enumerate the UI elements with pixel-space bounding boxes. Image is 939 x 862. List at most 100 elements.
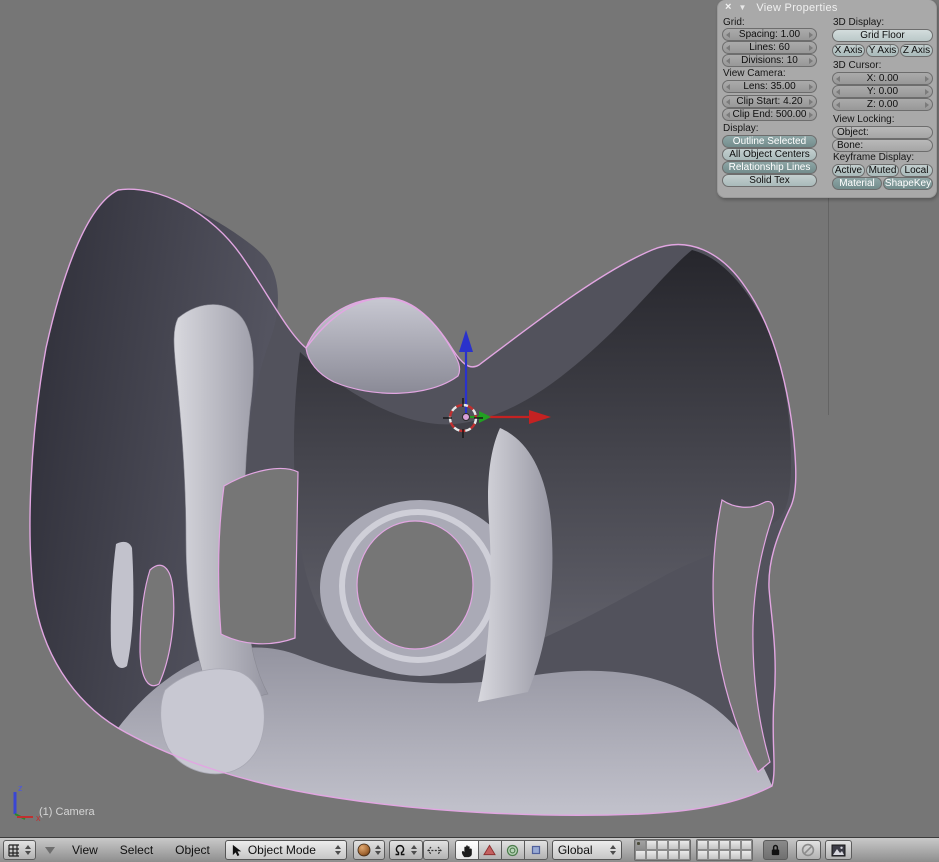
translate-manipulator-button[interactable] — [478, 840, 502, 860]
clip-end-value: Clip End: 500.00 — [723, 109, 816, 120]
panel-header[interactable]: × ▼ View Properties — [718, 0, 936, 15]
increment-arrow-icon[interactable] — [809, 32, 813, 38]
all-object-centers-toggle[interactable]: All Object Centers — [722, 148, 817, 161]
active-toggle[interactable]: Active — [832, 164, 865, 177]
collapse-icon[interactable]: ▼ — [738, 3, 746, 12]
scale-manipulator-button[interactable] — [524, 840, 548, 860]
layer-4[interactable] — [668, 840, 679, 850]
layer-17[interactable] — [708, 850, 719, 860]
decrement-arrow-icon[interactable] — [726, 112, 730, 118]
layer-15[interactable] — [679, 850, 690, 860]
centers-only-icon — [427, 844, 442, 857]
layer-2[interactable] — [646, 840, 657, 850]
header-menu-collapse-icon[interactable] — [45, 847, 55, 854]
clip-end-field[interactable]: Clip End: 500.00 — [722, 108, 817, 121]
move-centers-only-button[interactable] — [423, 840, 449, 860]
draw-type-button[interactable] — [353, 840, 385, 860]
layer-12[interactable] — [646, 850, 657, 860]
view-menu[interactable]: View — [61, 843, 109, 857]
view-locking-label: View Locking: — [833, 115, 895, 125]
pivot-point-button[interactable] — [389, 840, 423, 860]
outline-selected-toggle[interactable]: Outline Selected — [722, 135, 817, 148]
muted-toggle[interactable]: Muted — [866, 164, 899, 177]
cursor-x-field[interactable]: X: 0.00 — [832, 72, 933, 85]
grid-spacing-field[interactable]: Spacing: 1.00 — [722, 28, 817, 41]
layer-8[interactable] — [719, 840, 730, 850]
layer-9[interactable] — [730, 840, 741, 850]
layer-19[interactable] — [730, 850, 741, 860]
render-view-button[interactable] — [825, 840, 852, 860]
lock-layers-button[interactable] — [763, 840, 788, 860]
layer-14[interactable] — [668, 850, 679, 860]
shapekey-toggle[interactable]: ShapeKey — [883, 177, 933, 190]
layer-1[interactable] — [635, 840, 646, 850]
toggle-label: Solid Tex — [723, 175, 816, 186]
mesh-hole-center — [357, 521, 473, 649]
increment-arrow-icon[interactable] — [809, 99, 813, 105]
decrement-arrow-icon[interactable] — [726, 32, 730, 38]
layer-20[interactable] — [741, 850, 752, 860]
z-axis-toggle[interactable]: Z Axis — [900, 44, 933, 57]
layer-10[interactable] — [741, 840, 752, 850]
dropdown-arrows-icon — [375, 845, 381, 855]
object-lock-field[interactable]: Object: — [832, 126, 933, 139]
field-label: Object: — [837, 127, 932, 138]
layer-5[interactable] — [679, 840, 690, 850]
clip-start-value: Clip Start: 4.20 — [723, 96, 816, 107]
proportional-edit-button[interactable] — [796, 840, 821, 860]
select-menu[interactable]: Select — [109, 843, 164, 857]
z-axis-arrowhead[interactable] — [459, 330, 473, 352]
panel-title: View Properties — [756, 2, 837, 14]
3d-display-label: 3D Display: — [833, 18, 884, 28]
increment-arrow-icon[interactable] — [809, 58, 813, 64]
y-axis-toggle[interactable]: Y Axis — [866, 44, 899, 57]
decrement-arrow-icon[interactable] — [836, 89, 840, 95]
grid-divisions-field[interactable]: Divisions: 10 — [722, 54, 817, 67]
material-toggle[interactable]: Material — [832, 177, 882, 190]
dropdown-arrows-icon — [335, 845, 341, 855]
3d-view-header[interactable]: View Select Object Object Mode — [0, 837, 939, 862]
rotate-manipulator-button[interactable] — [501, 840, 525, 860]
relationship-lines-toggle[interactable]: Relationship Lines — [722, 161, 817, 174]
layer-11[interactable] — [635, 850, 646, 860]
3d-viewport[interactable]: z x (1) Camera × ▼ View Properties Grid:… — [0, 0, 939, 837]
decrement-arrow-icon[interactable] — [726, 58, 730, 64]
layer-6[interactable] — [697, 840, 708, 850]
x-axis-toggle[interactable]: X Axis — [832, 44, 865, 57]
object-menu[interactable]: Object — [164, 843, 221, 857]
layer-buttons — [634, 839, 753, 861]
view-properties-panel[interactable]: × ▼ View Properties Grid: Spacing: 1.00 … — [717, 0, 937, 198]
toggle-label: Muted — [867, 165, 898, 176]
dropdown-arrows-icon — [25, 845, 31, 855]
increment-arrow-icon[interactable] — [925, 76, 929, 82]
decrement-arrow-icon[interactable] — [836, 76, 840, 82]
manipulator-toggle-button[interactable] — [455, 840, 479, 860]
cursor-y-field[interactable]: Y: 0.00 — [832, 85, 933, 98]
grid-floor-toggle[interactable]: Grid Floor — [832, 29, 933, 42]
increment-arrow-icon[interactable] — [925, 89, 929, 95]
increment-arrow-icon[interactable] — [809, 45, 813, 51]
cursor-z-field[interactable]: Z: 0.00 — [832, 98, 933, 111]
decrement-arrow-icon[interactable] — [836, 102, 840, 108]
layer-7[interactable] — [708, 840, 719, 850]
increment-arrow-icon[interactable] — [809, 84, 813, 90]
layer-13[interactable] — [657, 850, 668, 860]
close-icon[interactable]: × — [725, 2, 731, 13]
layer-16[interactable] — [697, 850, 708, 860]
lens-field[interactable]: Lens: 35.00 — [722, 80, 817, 93]
decrement-arrow-icon[interactable] — [726, 45, 730, 51]
decrement-arrow-icon[interactable] — [726, 84, 730, 90]
bone-lock-field[interactable]: Bone: — [832, 139, 933, 152]
layer-3[interactable] — [657, 840, 668, 850]
orientation-dropdown[interactable]: Global — [552, 840, 622, 860]
solid-tex-toggle[interactable]: Solid Tex — [722, 174, 817, 187]
editor-type-button[interactable] — [3, 840, 36, 860]
increment-arrow-icon[interactable] — [925, 102, 929, 108]
mode-dropdown[interactable]: Object Mode — [225, 840, 347, 860]
increment-arrow-icon[interactable] — [809, 112, 813, 118]
layer-18[interactable] — [719, 850, 730, 860]
decrement-arrow-icon[interactable] — [726, 99, 730, 105]
clip-start-field[interactable]: Clip Start: 4.20 — [722, 95, 817, 108]
local-toggle[interactable]: Local — [900, 164, 933, 177]
grid-lines-field[interactable]: Lines: 60 — [722, 41, 817, 54]
